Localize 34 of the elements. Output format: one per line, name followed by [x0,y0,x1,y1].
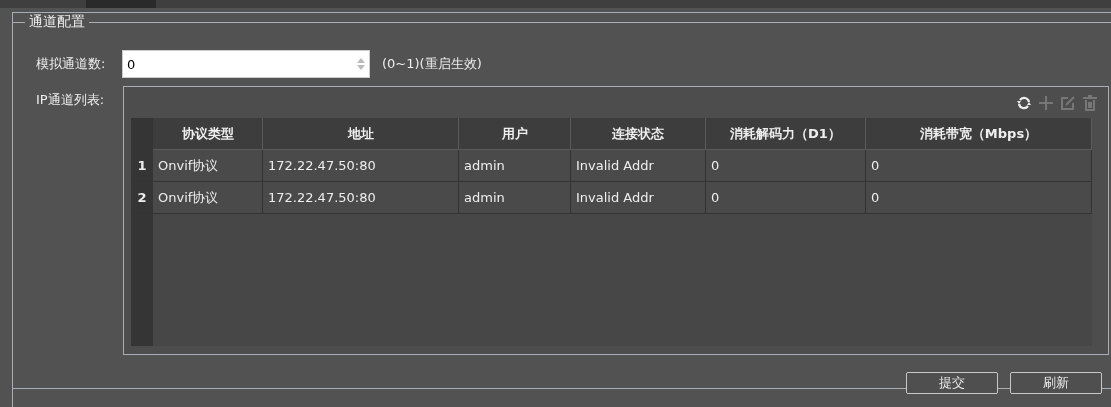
column-header: 消耗解码力（D1） [706,118,866,150]
hint-text: (0~1)(重启生效) [382,55,482,73]
column-header: 地址 [263,118,459,150]
edit-icon[interactable] [1060,95,1076,111]
table-cell: 0 [866,150,1092,182]
table-cell: admin [459,182,571,214]
table-cell: Onvif协议 [153,182,263,214]
table-cell: 0 [706,150,866,182]
add-icon[interactable] [1038,95,1054,111]
action-button[interactable]: 刷新 [1010,372,1102,394]
group-title: 通道配置 [25,13,89,31]
table-cell: Invalid Addr [571,182,706,214]
row-number: 2 [131,182,153,214]
column-header: 连接状态 [571,118,706,150]
table-cell: 0 [706,182,866,214]
refresh-icon[interactable] [1016,95,1032,111]
spin-arrows-icon[interactable] [357,58,365,70]
delete-icon[interactable] [1082,95,1098,111]
row-number: 1 [131,150,153,182]
column-header: 用户 [459,118,571,150]
table-cell: 0 [866,182,1092,214]
table-cell: Onvif协议 [153,150,263,182]
spin-box[interactable]: 0 [122,50,370,78]
field-label: IP通道列表: [36,91,105,109]
column-header: 消耗带宽（Mbps） [866,118,1092,150]
table-cell: Invalid Addr [571,150,706,182]
table-cell: 172.22.47.50:80 [263,182,459,214]
column-header: 协议类型 [153,118,263,150]
table-corner [131,118,153,150]
tab-highlight [86,0,156,8]
table-cell: admin [459,150,571,182]
action-button[interactable]: 提交 [906,372,998,394]
table-cell: 172.22.47.50:80 [263,150,459,182]
field-label: 模拟通道数: [36,55,107,73]
